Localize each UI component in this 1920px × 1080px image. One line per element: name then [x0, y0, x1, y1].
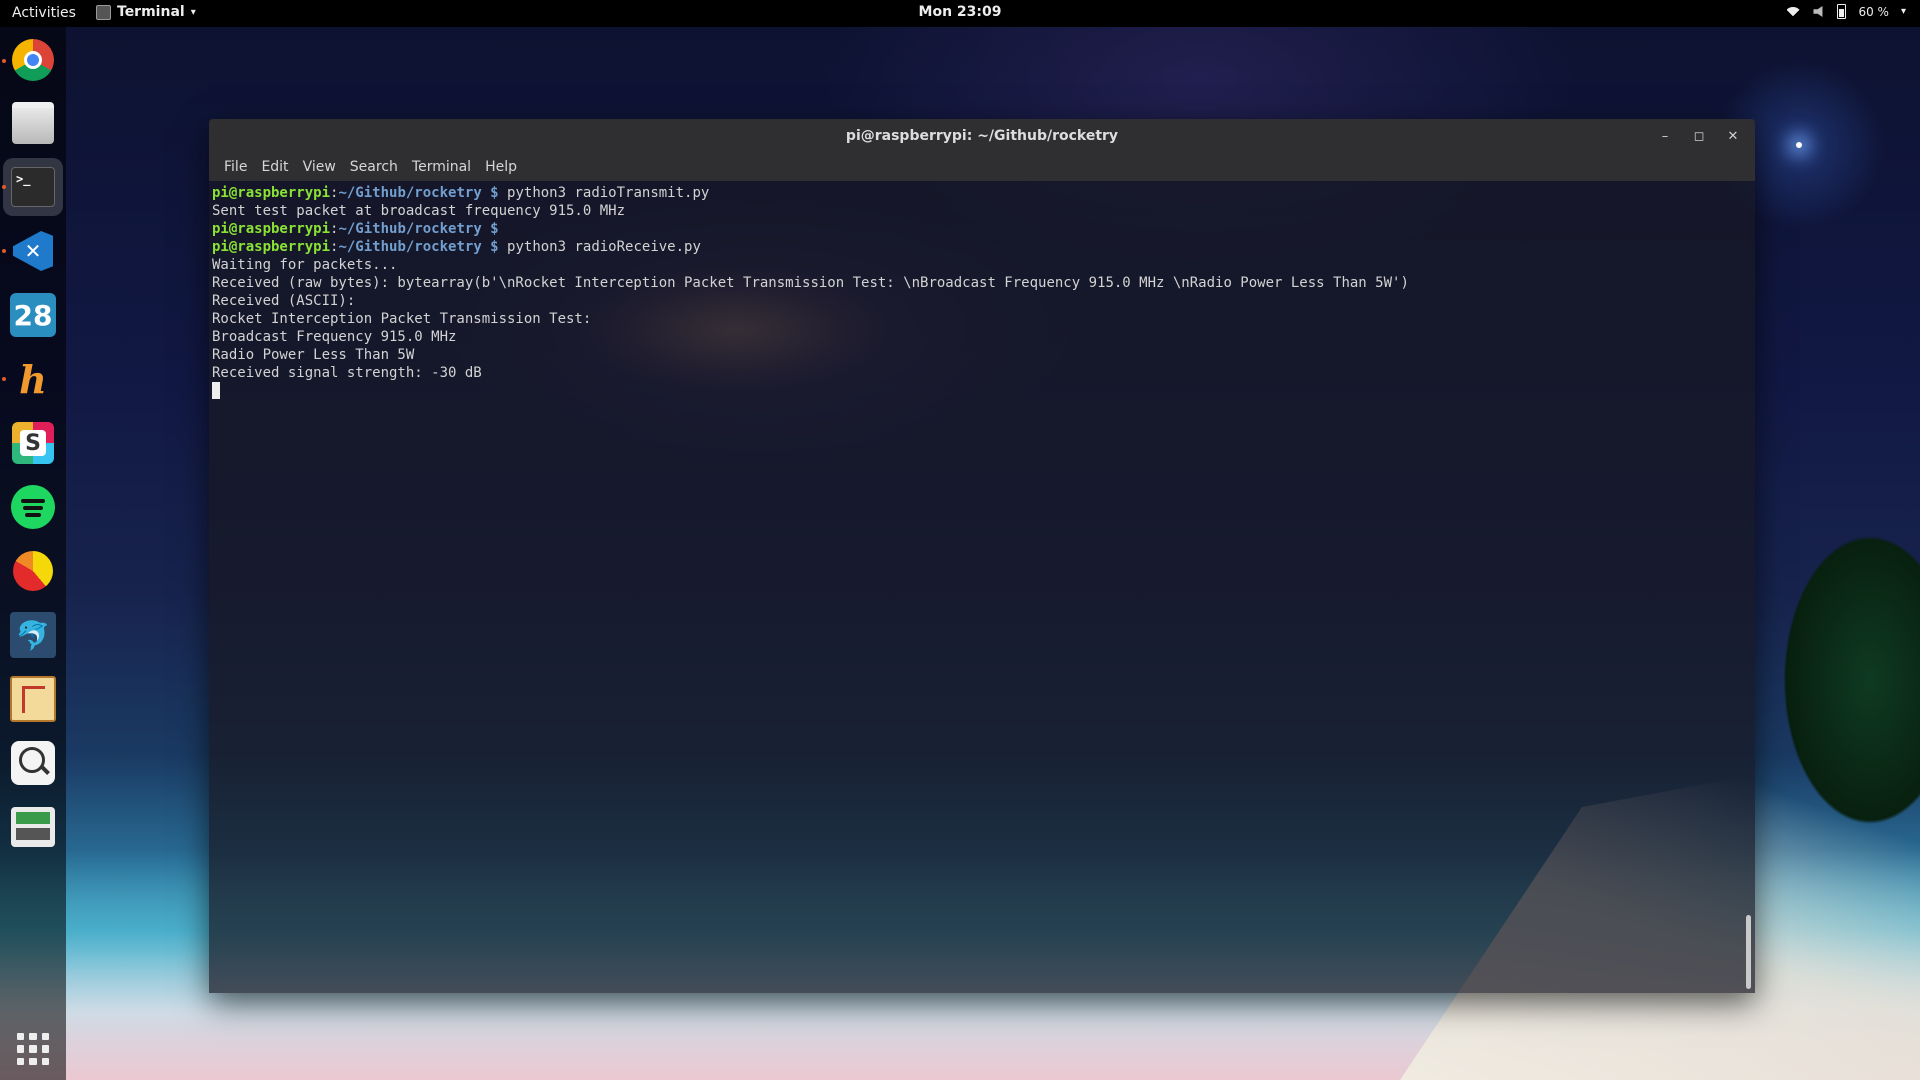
menu-file[interactable]: File — [217, 155, 254, 181]
slack-letter: S — [20, 430, 46, 456]
terminal-output-line: Received (ASCII): — [212, 293, 356, 309]
prompt-command: python3 radioTransmit.py — [498, 185, 710, 201]
running-indicator — [2, 249, 6, 253]
terminal-scrollbar[interactable] — [1743, 181, 1751, 989]
running-indicator — [2, 185, 6, 189]
text-cursor — [212, 382, 220, 399]
hypnotix-icon: h — [19, 356, 47, 402]
dock-item-calendar[interactable]: 28 — [9, 291, 57, 339]
scrollbar-thumb[interactable] — [1746, 915, 1751, 989]
terminal-output-line: Received signal strength: -30 dB — [212, 365, 482, 381]
dock-item-slack[interactable]: S — [9, 419, 57, 467]
wifi-icon — [1787, 6, 1802, 17]
terminal-output-line: Radio Power Less Than 5W — [212, 347, 415, 363]
window-titlebar[interactable]: pi@raspberrypi: ~/Github/rocketry – ◻ ✕ — [209, 119, 1755, 155]
dock-item-files[interactable] — [9, 99, 57, 147]
files-icon — [12, 102, 54, 144]
close-icon[interactable]: ✕ — [1723, 125, 1743, 147]
dock-item-system-monitor[interactable] — [9, 803, 57, 851]
maximize-icon[interactable]: ◻ — [1689, 125, 1709, 147]
prompt-command: python3 radioReceive.py — [498, 239, 701, 255]
terminal-output-line: Broadcast Frequency 915.0 MHz — [212, 329, 457, 345]
menu-help[interactable]: Help — [478, 155, 524, 181]
running-indicator — [2, 59, 6, 63]
prompt-dollar: $ — [481, 239, 499, 255]
prompt-dollar: $ — [481, 185, 499, 201]
dock-item-terminal[interactable]: >_ — [3, 158, 63, 216]
dock-item-mysql-workbench[interactable]: 🐬 — [9, 611, 57, 659]
vscode-icon: ✕ — [13, 231, 53, 271]
minimize-icon[interactable]: – — [1655, 125, 1675, 147]
pie-app-icon — [13, 551, 53, 591]
dock: >_ ✕ 28 h S 🐬 — [0, 27, 66, 1080]
dock-item-hypnotix[interactable]: h — [9, 355, 57, 403]
terminal-prompt-line: pi@raspberrypi:~/Github/rocketry $ pytho… — [212, 238, 1752, 256]
menu-edit[interactable]: Edit — [254, 155, 295, 181]
terminal-prompt-line: pi@raspberrypi:~/Github/rocketry $ — [212, 220, 1752, 238]
prompt-user: pi@raspberrypi — [212, 185, 331, 201]
window-title: pi@raspberrypi: ~/Github/rocketry — [845, 128, 1119, 144]
schematic-icon — [10, 676, 56, 722]
prompt-path: ~/Github/rocketry — [338, 239, 482, 255]
top-bar: Activities Terminal ▾ Mon 23:09 60 % ▾ — [0, 0, 1920, 27]
magnifier-icon — [11, 741, 55, 785]
dock-item-spotify[interactable] — [9, 483, 57, 531]
system-tray[interactable]: 60 % ▾ — [1787, 4, 1906, 19]
prompt-path: ~/Github/rocketry — [338, 221, 482, 237]
prompt-user: pi@raspberrypi — [212, 221, 331, 237]
volume-icon — [1813, 6, 1823, 17]
battery-icon — [1837, 4, 1847, 19]
system-monitor-icon — [11, 807, 55, 847]
terminal-output-line: Rocket Interception Packet Transmission … — [212, 311, 592, 327]
dock-item-magnifier[interactable] — [9, 739, 57, 787]
calendar-icon: 28 — [10, 293, 56, 337]
prompt-user: pi@raspberrypi — [212, 239, 331, 255]
terminal-output-line: Sent test packet at broadcast frequency … — [212, 203, 626, 219]
menu-bar: File Edit View Search Terminal Help — [209, 155, 1755, 181]
clock[interactable]: Mon 23:09 — [0, 4, 1920, 20]
terminal-prompt-line: pi@raspberrypi:~/Github/rocketry $ pytho… — [212, 184, 1752, 202]
app-grid-icon — [17, 1033, 49, 1065]
dock-item-schematic[interactable] — [9, 675, 57, 723]
running-indicator — [2, 377, 6, 381]
window-controls: – ◻ ✕ — [1655, 125, 1743, 147]
prompt-path: ~/Github/rocketry — [338, 185, 482, 201]
wallpaper-star — [1796, 142, 1802, 148]
terminal-output-line: Received (raw bytes): bytearray(b'\nRock… — [212, 275, 1409, 291]
menu-view[interactable]: View — [296, 155, 343, 181]
show-applications-button[interactable] — [9, 1025, 57, 1073]
prompt-dollar: $ — [481, 221, 499, 237]
mysql-workbench-icon: 🐬 — [10, 612, 56, 658]
terminal-output-line: Waiting for packets... — [212, 257, 398, 273]
chevron-down-icon: ▾ — [1900, 6, 1906, 17]
terminal-cursor-line — [212, 382, 1752, 400]
menu-terminal[interactable]: Terminal — [405, 155, 478, 181]
dock-item-chrome[interactable] — [9, 36, 57, 84]
dock-item-vscode[interactable]: ✕ — [9, 227, 57, 275]
terminal-icon: >_ — [11, 167, 55, 207]
menu-search[interactable]: Search — [343, 155, 405, 181]
chrome-icon — [12, 39, 54, 81]
slack-icon: S — [12, 422, 54, 464]
terminal-window: pi@raspberrypi: ~/Github/rocketry – ◻ ✕ … — [209, 119, 1755, 993]
terminal-output[interactable]: pi@raspberrypi:~/Github/rocketry $ pytho… — [209, 181, 1755, 993]
dock-item-pie-app[interactable] — [9, 547, 57, 595]
battery-level: 60 % — [1858, 4, 1889, 19]
spotify-icon — [11, 485, 55, 529]
